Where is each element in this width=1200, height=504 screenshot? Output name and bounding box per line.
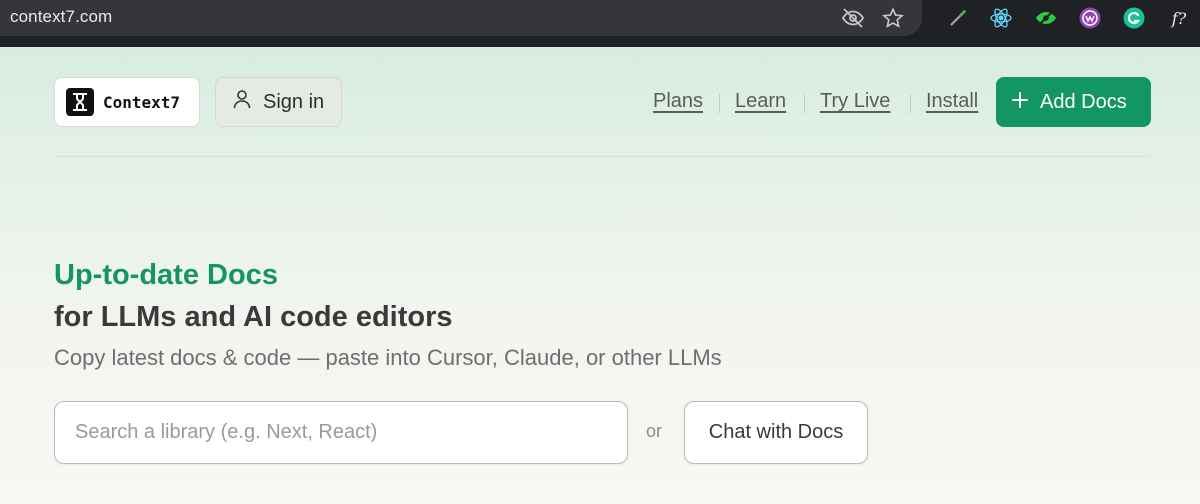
hero-title: Up-to-date Docs xyxy=(54,259,278,291)
address-url[interactable]: context7.com xyxy=(10,7,112,27)
nav-link-try-live[interactable]: Try Live xyxy=(820,90,890,116)
grammarly-icon[interactable] xyxy=(1121,5,1147,31)
library-search-input[interactable] xyxy=(54,401,628,464)
hero-subtitle: for LLMs and AI code editors xyxy=(54,301,453,333)
star-icon[interactable] xyxy=(881,6,905,30)
formula-extension-icon[interactable]: f? xyxy=(1166,5,1192,31)
eye-extension-icon[interactable] xyxy=(1033,5,1059,31)
context7-logo-icon xyxy=(66,88,94,116)
sign-in-button[interactable]: Sign in xyxy=(215,77,342,127)
color-picker-extension-icon[interactable] xyxy=(945,5,971,31)
logo-text: Context7 xyxy=(103,92,181,112)
page-content: Context7 Sign in Plans Learn Try Live In… xyxy=(0,47,1200,504)
nav-link-plans[interactable]: Plans xyxy=(653,90,703,116)
user-icon xyxy=(233,89,251,115)
hero-description: Copy latest docs & code — paste into Cur… xyxy=(54,345,722,370)
nav-separator xyxy=(910,94,911,113)
add-docs-button[interactable]: Add Docs xyxy=(996,77,1151,127)
plus-icon xyxy=(1012,91,1028,114)
purple-extension-icon[interactable] xyxy=(1077,5,1103,31)
nav-link-install[interactable]: Install xyxy=(926,90,978,116)
browser-toolbar: context7.com f? xyxy=(0,0,1200,47)
sign-in-label: Sign in xyxy=(263,90,325,113)
nav-link-learn[interactable]: Learn xyxy=(735,90,786,116)
logo-link[interactable]: Context7 xyxy=(54,77,200,127)
chat-with-docs-button[interactable]: Chat with Docs xyxy=(684,401,868,464)
react-devtools-icon[interactable] xyxy=(988,5,1014,31)
or-label: or xyxy=(646,421,663,441)
add-docs-label: Add Docs xyxy=(1040,90,1127,113)
nav-separator xyxy=(804,94,805,113)
eye-off-icon[interactable] xyxy=(841,6,865,30)
header-divider xyxy=(54,156,1151,157)
address-bar[interactable]: context7.com xyxy=(0,0,922,36)
nav-separator xyxy=(719,94,720,113)
